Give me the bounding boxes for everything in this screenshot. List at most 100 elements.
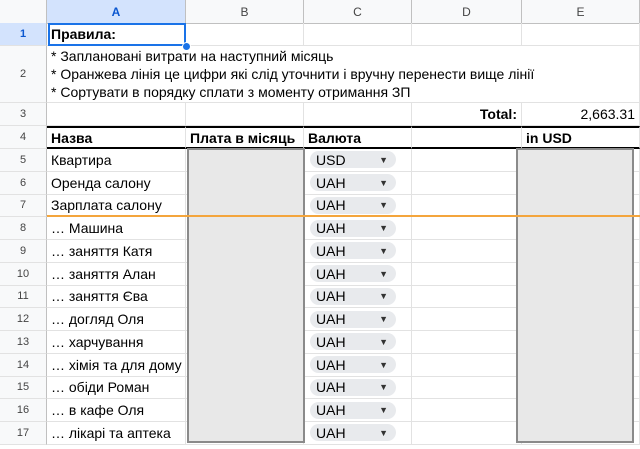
item-currency-cell[interactable]: UAH ▼ (304, 240, 412, 263)
item-empty-cell[interactable] (412, 331, 522, 354)
currency-dropdown[interactable]: UAH ▼ (310, 310, 396, 328)
row-header[interactable]: 7 (0, 194, 47, 218)
item-empty-cell[interactable] (412, 285, 522, 309)
row-header[interactable]: 12 (0, 308, 47, 331)
row-header[interactable]: 6 (0, 171, 47, 195)
currency-value: USD (316, 151, 346, 168)
item-currency-cell[interactable]: UAH ▼ (304, 331, 412, 354)
rules-title-cell[interactable]: Правила: (47, 23, 186, 46)
currency-dropdown[interactable]: UAH ▼ (310, 401, 396, 419)
dropdown-arrow-icon: ▼ (379, 268, 388, 279)
item-name-cell[interactable]: … харчування (47, 331, 186, 354)
cell-b3[interactable] (186, 103, 304, 126)
currency-dropdown[interactable]: UAH ▼ (310, 196, 396, 214)
item-name-cell[interactable]: … заняття Єва (47, 285, 186, 309)
item-empty-cell[interactable] (412, 353, 522, 377)
row-header[interactable]: 8 (0, 217, 47, 240)
currency-dropdown[interactable]: UAH ▼ (310, 242, 396, 260)
currency-dropdown[interactable]: UAH ▼ (310, 424, 396, 442)
row-header[interactable]: 9 (0, 240, 47, 263)
item-name-cell[interactable]: … заняття Катя (47, 240, 186, 263)
item-currency-cell[interactable]: UAH ▼ (304, 262, 412, 286)
rules-text-cell[interactable]: * Заплановані витрати на наступний місяц… (47, 46, 640, 103)
item-currency-cell[interactable]: UAH ▼ (304, 422, 412, 445)
dropdown-arrow-icon: ▼ (379, 359, 388, 370)
currency-dropdown[interactable]: UAH ▼ (310, 265, 396, 283)
item-empty-cell[interactable] (412, 149, 522, 172)
total-label-cell[interactable]: Total: (412, 103, 522, 126)
header-usd-cell[interactable]: in USD (522, 126, 640, 149)
item-name-cell[interactable]: … лікарі та аптека (47, 422, 186, 445)
currency-dropdown[interactable]: UAH ▼ (310, 378, 396, 396)
cell-a3[interactable] (47, 103, 186, 126)
item-currency-cell[interactable]: UAH ▼ (304, 376, 412, 400)
item-name-cell[interactable]: … догляд Оля (47, 308, 186, 331)
currency-dropdown[interactable]: UAH ▼ (310, 219, 396, 237)
currency-dropdown[interactable]: UAH ▼ (310, 174, 396, 192)
row-header-2[interactable]: 2 (0, 46, 47, 103)
row-header[interactable]: 13 (0, 331, 47, 354)
row-header[interactable]: 10 (0, 262, 47, 286)
row-header[interactable]: 15 (0, 376, 47, 400)
row-header-1[interactable]: 1 (0, 23, 47, 46)
column-header-e[interactable]: E (522, 0, 640, 23)
select-all-corner[interactable] (0, 0, 47, 23)
item-empty-cell[interactable] (412, 240, 522, 263)
item-empty-cell[interactable] (412, 399, 522, 422)
item-name-cell[interactable]: Оренда салону (47, 171, 186, 195)
row-header[interactable]: 17 (0, 422, 47, 445)
item-name-cell[interactable]: Зарплата салону (47, 194, 186, 218)
cell-c3[interactable] (304, 103, 412, 126)
item-empty-cell[interactable] (412, 194, 522, 218)
item-name-cell[interactable]: … в кафе Оля (47, 399, 186, 422)
row-header[interactable]: 14 (0, 353, 47, 377)
currency-value: UAH (316, 174, 346, 191)
cell-d1[interactable] (412, 23, 522, 46)
currency-dropdown[interactable]: UAH ▼ (310, 287, 396, 305)
column-header-b[interactable]: B (186, 0, 304, 23)
item-empty-cell[interactable] (412, 262, 522, 286)
column-header-c[interactable]: C (304, 0, 412, 23)
item-name-cell[interactable]: … Машина (47, 217, 186, 240)
total-value-cell[interactable]: 2,663.31 (522, 103, 640, 126)
row-header[interactable]: 16 (0, 399, 47, 422)
item-name-cell[interactable]: Квартира (47, 149, 186, 172)
header-payment-cell[interactable]: Плата в місяць (186, 126, 304, 149)
currency-value: UAH (316, 197, 346, 214)
header-name-cell[interactable]: Назва (47, 126, 186, 149)
cell-d4[interactable] (412, 126, 522, 149)
rule-line-3: * Сортувати в порядку сплати з моменту о… (51, 84, 411, 100)
item-currency-cell[interactable]: UAH ▼ (304, 285, 412, 309)
item-currency-cell[interactable]: UAH ▼ (304, 308, 412, 331)
item-currency-cell[interactable]: UAH ▼ (304, 217, 412, 240)
cell-e1[interactable] (522, 23, 640, 46)
currency-dropdown[interactable]: UAH ▼ (310, 333, 396, 351)
row-header[interactable]: 11 (0, 285, 47, 309)
item-currency-cell[interactable]: UAH ▼ (304, 194, 412, 218)
currency-dropdown[interactable]: USD ▼ (310, 151, 396, 169)
column-header-a[interactable]: A (47, 0, 186, 23)
column-header-d[interactable]: D (412, 0, 522, 23)
rule-line-2: * Оранжева лінія це цифри які слід уточн… (51, 66, 535, 82)
item-empty-cell[interactable] (412, 422, 522, 445)
item-name-cell[interactable]: … хімія та для дому (47, 353, 186, 377)
cell-c1[interactable] (304, 23, 412, 46)
cell-b1[interactable] (186, 23, 304, 46)
header-currency-cell[interactable]: Валюта (304, 126, 412, 149)
item-name-cell[interactable]: … обіди Роман (47, 376, 186, 400)
item-currency-cell[interactable]: UAH ▼ (304, 399, 412, 422)
fill-handle[interactable] (182, 42, 191, 51)
item-currency-cell[interactable]: USD ▼ (304, 149, 412, 172)
item-empty-cell[interactable] (412, 308, 522, 331)
item-name-cell[interactable]: … заняття Алан (47, 262, 186, 286)
dropdown-arrow-icon: ▼ (379, 382, 388, 393)
item-currency-cell[interactable]: UAH ▼ (304, 353, 412, 377)
item-empty-cell[interactable] (412, 171, 522, 195)
item-empty-cell[interactable] (412, 376, 522, 400)
item-currency-cell[interactable]: UAH ▼ (304, 171, 412, 195)
row-header-3[interactable]: 3 (0, 103, 47, 126)
item-empty-cell[interactable] (412, 217, 522, 240)
row-header[interactable]: 5 (0, 149, 47, 172)
currency-dropdown[interactable]: UAH ▼ (310, 356, 396, 374)
row-header-4[interactable]: 4 (0, 126, 47, 149)
